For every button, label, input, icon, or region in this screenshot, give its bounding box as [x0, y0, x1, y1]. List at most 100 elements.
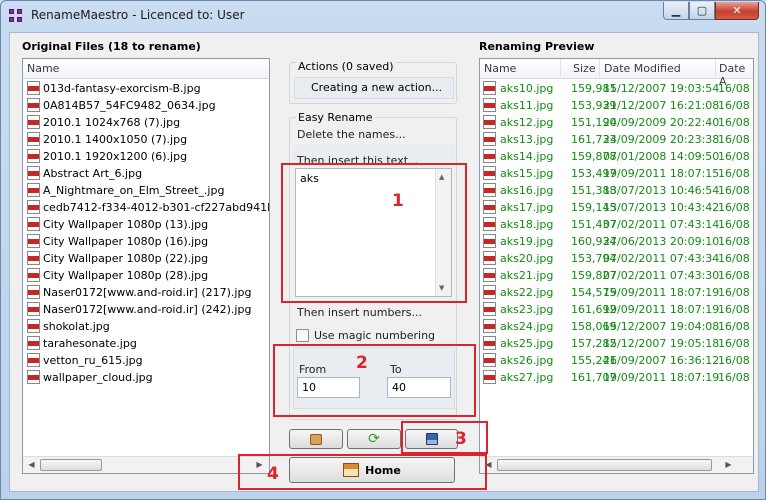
refresh-icon: ⟳	[368, 431, 380, 447]
jpg-file-icon	[483, 234, 496, 248]
table-row[interactable]: aks26.jpg 155,241 26/09/2007 16:36:12 16/08	[480, 352, 753, 369]
scroll-thumb[interactable]	[497, 459, 712, 471]
main-area: Original Files (18 to rename) Name 013d-…	[9, 32, 759, 492]
table-row[interactable]: aks15.jpg 153,497 19/09/2011 18:07:15 16/08	[480, 165, 753, 182]
table-row[interactable]: aks19.jpg 160,934 27/06/2013 20:09:10 16/08	[480, 233, 753, 250]
table-row[interactable]: aks18.jpg 151,437 07/02/2011 07:43:14 16/08	[480, 216, 753, 233]
minimize-button[interactable]: ▁	[663, 2, 689, 20]
list-item[interactable]: 2010.1 1400x1050 (7).jpg	[27, 131, 187, 148]
list-item[interactable]: cedb7412-f334-4012-b301-cf227abd941b_5.j…	[27, 199, 269, 216]
list-item[interactable]: 0A814B57_54FC9482_0634.jpg	[27, 97, 216, 114]
jpg-file-icon	[27, 200, 40, 214]
scroll-left-icon[interactable]: ◀	[24, 458, 39, 472]
jpg-file-icon	[483, 81, 496, 95]
thumbs-down-icon	[310, 433, 322, 445]
preview-modified: 15/12/2007 19:03:54	[603, 82, 720, 95]
preview-name: aks11.jpg	[500, 99, 554, 112]
file-name: 2010.1 1920x1200 (6).jpg	[43, 150, 188, 163]
table-row[interactable]: aks21.jpg 159,827 07/02/2011 07:43:30 16/08	[480, 267, 753, 284]
preview-name: aks22.jpg	[500, 286, 554, 299]
original-horizontal-scrollbar[interactable]: ◀ ▶	[23, 456, 269, 473]
column-name-header: Name	[27, 62, 60, 75]
list-item[interactable]: City Wallpaper 1080p (22).jpg	[27, 250, 208, 267]
preview-name: aks26.jpg	[500, 354, 554, 367]
list-item[interactable]: vetton_ru_615.jpg	[27, 352, 143, 369]
list-item[interactable]: 013d-fantasy-exorcism-B.jpg	[27, 80, 201, 97]
preview-modified: 26/09/2007 16:36:12	[603, 354, 720, 367]
file-name: 0A814B57_54FC9482_0634.jpg	[43, 99, 216, 112]
preview-date-a: 16/08	[718, 269, 750, 282]
jpg-file-icon	[27, 319, 40, 333]
column-modified-header[interactable]: Date Modified	[604, 62, 681, 75]
file-name: Naser0172[www.and-roid.ir] (217).jpg	[43, 286, 252, 299]
list-item[interactable]: wallpaper_cloud.jpg	[27, 369, 153, 386]
maximize-icon: ▢	[696, 4, 708, 17]
table-row[interactable]: aks14.jpg 159,878 07/01/2008 14:09:50 16/08	[480, 148, 753, 165]
list-item[interactable]: City Wallpaper 1080p (16).jpg	[27, 233, 208, 250]
original-column-header[interactable]: Name	[23, 59, 269, 79]
preview-horizontal-scrollbar[interactable]: ◀ ▶	[480, 456, 753, 473]
actions-label: Actions (0 saved)	[296, 60, 396, 73]
annotation-box-2	[273, 344, 476, 417]
preview-modified: 13/07/2013 10:46:54	[603, 184, 720, 197]
preview-date-a: 16/08	[718, 167, 750, 180]
magic-numbering-label: Use magic numbering	[314, 329, 436, 342]
preview-date-a: 16/08	[718, 218, 750, 231]
close-button[interactable]: ✕	[715, 2, 759, 20]
column-name-header[interactable]: Name	[484, 62, 516, 75]
jpg-file-icon	[483, 115, 496, 129]
preview-date-a: 16/08	[718, 99, 750, 112]
table-row[interactable]: aks10.jpg 159,981 15/12/2007 19:03:54 16/08	[480, 80, 753, 97]
file-name: City Wallpaper 1080p (16).jpg	[43, 235, 209, 248]
list-item[interactable]: 2010.1 1024x768 (7).jpg	[27, 114, 180, 131]
refresh-button[interactable]: ⟳	[347, 429, 401, 449]
file-name: City Wallpaper 1080p (22).jpg	[43, 252, 209, 265]
preview-modified: 19/09/2011 18:07:19	[603, 286, 720, 299]
table-row[interactable]: aks16.jpg 151,388 13/07/2013 10:46:54 16/08	[480, 182, 753, 199]
list-item[interactable]: City Wallpaper 1080p (13).jpg	[27, 216, 208, 233]
annotation-label-4: 4	[267, 464, 279, 484]
delete-names-label[interactable]: Delete the names...	[297, 128, 406, 141]
table-row[interactable]: aks24.jpg 158,069 15/12/2007 19:04:08 16/08	[480, 318, 753, 335]
minimize-icon: ▁	[671, 4, 681, 17]
table-row[interactable]: aks20.jpg 153,794 07/02/2011 07:43:34 16/08	[480, 250, 753, 267]
list-item[interactable]: shokolat.jpg	[27, 318, 110, 335]
preview-name: aks17.jpg	[500, 201, 554, 214]
preview-name: aks20.jpg	[500, 252, 554, 265]
magic-numbering-checkbox[interactable]	[296, 329, 309, 342]
title-bar[interactable]: RenameMaestro - Licenced to: User ▁ ▢ ✕	[1, 1, 765, 31]
preview-column-header[interactable]: Name Size Date Modified Date A	[480, 59, 753, 88]
table-row[interactable]: aks17.jpg 159,145 13/07/2013 10:43:42 16/08	[480, 199, 753, 216]
maximize-button[interactable]: ▢	[689, 2, 715, 20]
table-row[interactable]: aks22.jpg 154,575 19/09/2011 18:07:19 16/08	[480, 284, 753, 301]
list-item[interactable]: tarahesonate.jpg	[27, 335, 137, 352]
table-row[interactable]: aks23.jpg 161,692 19/09/2011 18:07:19 16/08	[480, 301, 753, 318]
list-item[interactable]: 2010.1 1920x1200 (6).jpg	[27, 148, 187, 165]
preview-date-a: 16/08	[718, 371, 750, 384]
preview-date-a: 16/08	[718, 235, 750, 248]
column-size-header[interactable]: Size	[573, 62, 596, 75]
table-row[interactable]: aks13.jpg 161,733 24/09/2009 20:23:38 16/08	[480, 131, 753, 148]
file-name: cedb7412-f334-4012-b301-cf227abd941b_5.j…	[43, 201, 269, 214]
scroll-right-icon[interactable]: ▶	[721, 458, 736, 472]
table-row[interactable]: aks11.jpg 153,939 21/12/2007 16:21:08 16/08	[480, 97, 753, 114]
table-row[interactable]: aks25.jpg 157,282 15/12/2007 19:05:18 16/08	[480, 335, 753, 352]
jpg-file-icon	[27, 132, 40, 146]
table-row[interactable]: aks27.jpg 161,707 19/09/2011 18:07:19 16/08	[480, 369, 753, 386]
renaming-preview-list[interactable]: Name Size Date Modified Date A aks10.jpg…	[479, 58, 754, 474]
list-item[interactable]: Naser0172[www.and-roid.ir] (217).jpg	[27, 284, 251, 301]
jpg-file-icon	[27, 81, 40, 95]
action-selector[interactable]: Creating a new action...	[294, 77, 454, 99]
table-row[interactable]: aks12.jpg 151,190 24/09/2009 20:22:40 16/08	[480, 114, 753, 131]
scroll-thumb[interactable]	[40, 459, 102, 471]
list-item[interactable]: A_Nightmare_on_Elm_Street_.jpg	[27, 182, 224, 199]
list-item[interactable]: Abstract Art_6.jpg	[27, 165, 142, 182]
list-item[interactable]: Naser0172[www.and-roid.ir] (242).jpg	[27, 301, 251, 318]
original-files-list[interactable]: Name 013d-fantasy-exorcism-B.jpg 0A814B57…	[22, 58, 270, 474]
jpg-file-icon	[483, 251, 496, 265]
preview-date-a: 16/08	[718, 354, 750, 367]
list-item[interactable]: City Wallpaper 1080p (28).jpg	[27, 267, 208, 284]
thumbs-down-button[interactable]	[289, 429, 343, 449]
preview-modified: 19/09/2011 18:07:19	[603, 303, 720, 316]
file-name: City Wallpaper 1080p (28).jpg	[43, 269, 209, 282]
